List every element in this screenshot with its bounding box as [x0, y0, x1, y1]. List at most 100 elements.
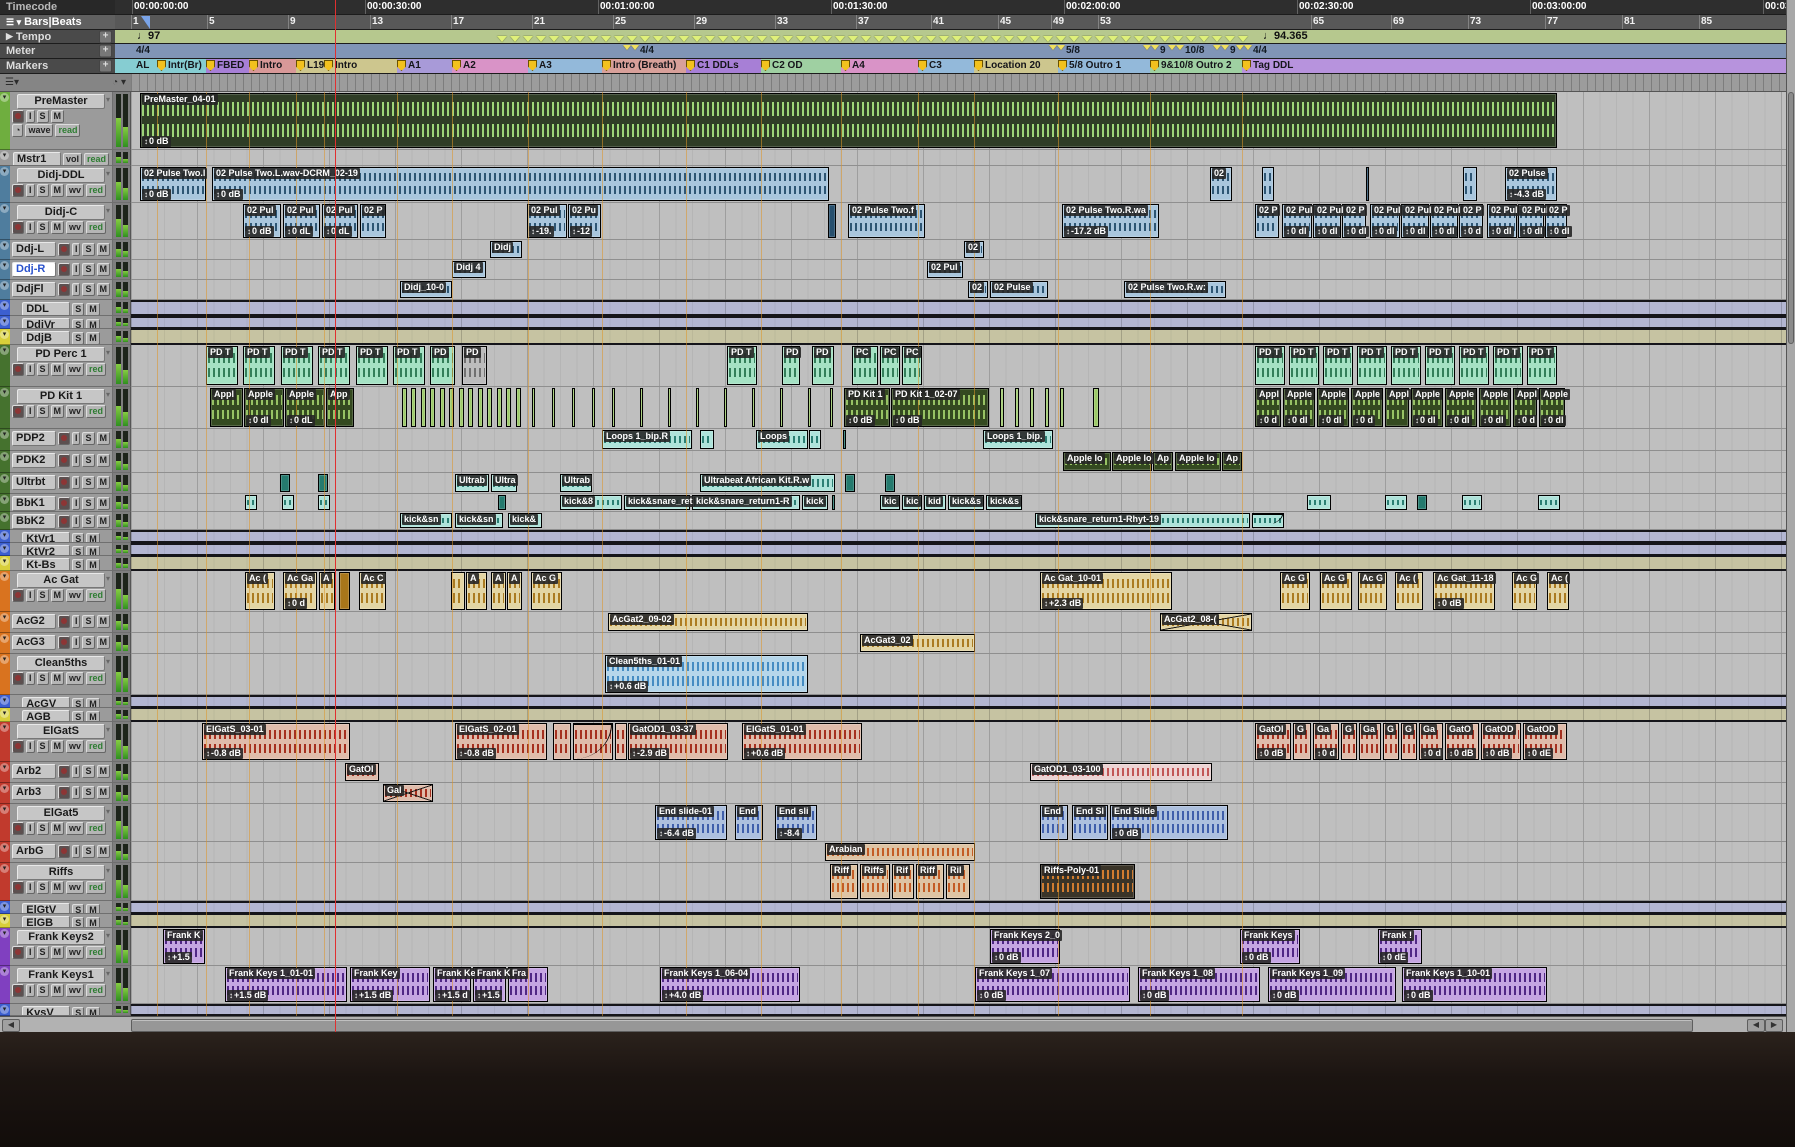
tempo-change-triangle-icon[interactable] [640, 36, 650, 42]
clip[interactable]: PD T [243, 346, 275, 385]
tempo-change-triangle-icon[interactable] [861, 36, 871, 42]
clip[interactable]: PD T [1459, 346, 1489, 385]
track-lane[interactable]: PD TPD TPD TPD TPD TPD TPDPDPD TPDPDPCPC… [131, 345, 1795, 387]
clip[interactable] [843, 430, 846, 449]
meter-change-triangle-icon[interactable] [1151, 45, 1159, 50]
marker-item[interactable]: C3 [918, 60, 942, 71]
clip[interactable] [280, 474, 290, 492]
clip[interactable] [1262, 167, 1274, 201]
mute-button[interactable]: M [86, 303, 100, 316]
clip[interactable]: G [1401, 723, 1417, 760]
clip[interactable]: 02 Pul [927, 261, 963, 278]
clip[interactable]: kick&s [986, 495, 1022, 510]
tempo-change-triangle-icon[interactable] [666, 36, 676, 42]
track-lane[interactable]: Ac (Ac Ga↕0 dAAc CAAAAc GAc Gat_10-01↕+2… [131, 571, 1795, 612]
track-lane[interactable] [131, 316, 1795, 329]
solo-button[interactable]: S [72, 1007, 84, 1016]
clock-icon[interactable]: ◔ ▾ [112, 77, 126, 88]
mute-button[interactable]: M [51, 405, 65, 418]
clip[interactable]: kid [924, 495, 946, 510]
clip[interactable]: Loops 1_bip. [983, 430, 1053, 449]
clip[interactable] [1093, 388, 1099, 427]
clip[interactable]: 02 Pul↕0 dL [283, 204, 320, 238]
clip[interactable]: Ga↕0 d [1419, 723, 1443, 760]
record-enable-button[interactable] [12, 946, 24, 959]
marker-item[interactable]: A1 [397, 60, 421, 71]
clip[interactable] [640, 388, 643, 427]
input-monitor-button[interactable]: I [26, 405, 35, 418]
tempo-change-triangle-icon[interactable] [653, 36, 663, 42]
track-view-selector[interactable]: wv [66, 363, 84, 376]
clip[interactable]: PD [812, 346, 834, 385]
clip[interactable]: Didj 4 [452, 261, 486, 278]
clip[interactable]: 02 P [360, 204, 386, 238]
clip[interactable]: Ga [1359, 723, 1381, 760]
track-name[interactable]: PD Perc 1 [17, 347, 105, 362]
mute-button[interactable]: M [86, 711, 100, 722]
mute-button[interactable]: M [51, 672, 65, 685]
solo-button[interactable]: S [37, 984, 49, 997]
track-name[interactable]: DdjFl [12, 282, 56, 297]
clip[interactable]: Ac Gat_11-18↕0 dB [1433, 572, 1495, 610]
clip[interactable]: kic [902, 495, 922, 510]
track-lane[interactable]: Loops 1_bip.RLoopsLoops 1_bip. [131, 429, 1795, 451]
track-name[interactable]: BbK1 [12, 496, 56, 511]
clip[interactable]: PD T [356, 346, 388, 385]
record-enable-button[interactable] [12, 184, 24, 197]
track-collapse-chevron-icon[interactable]: ▾ [0, 301, 9, 310]
solo-button[interactable]: S [72, 711, 84, 722]
clip[interactable] [828, 204, 836, 238]
track-name[interactable]: Arb3 [12, 785, 56, 800]
track-lane[interactable]: RiffRiffsRifRiffRilRiffs-Poly-01 [131, 863, 1795, 901]
tempo-change-triangle-icon[interactable] [770, 36, 780, 42]
track-collapse-chevron-icon[interactable]: ▾ [0, 330, 9, 339]
track-view-selector[interactable]: wv [66, 984, 84, 997]
horizontal-scroll-thumb[interactable] [131, 1019, 1693, 1032]
marker-item[interactable]: A2 [452, 60, 476, 71]
clip[interactable] [780, 388, 783, 427]
tempo-change-triangle-icon[interactable] [601, 36, 611, 42]
track-menu-arrow-icon[interactable]: ▾ [106, 657, 110, 666]
clip[interactable]: Ac Ga↕0 d [283, 572, 317, 610]
tempo-change-triangle-icon[interactable] [809, 36, 819, 42]
tempo-change-triangle-icon[interactable] [848, 36, 858, 42]
scroll-left-button[interactable]: ◀ [2, 1019, 20, 1032]
vertical-scrollbar[interactable] [1786, 0, 1795, 1032]
clip[interactable]: PD T [1391, 346, 1421, 385]
track-name[interactable]: Ac Gat [17, 573, 105, 588]
tempo-change-triangle-icon[interactable] [822, 36, 832, 42]
record-enable-button[interactable] [58, 263, 70, 276]
clip[interactable] [830, 388, 833, 427]
clip[interactable]: End [735, 805, 763, 840]
tempo-change-triangle-icon[interactable] [1082, 36, 1092, 42]
track-lane[interactable]: 02 Pulse Two.l↕0 dB02 Pulse Two.L.wav-DC… [131, 166, 1795, 203]
vertical-scroll-thumb[interactable] [1788, 92, 1794, 344]
clip[interactable] [752, 388, 755, 427]
clip[interactable]: Frank !↕0 dE [1378, 929, 1422, 964]
clip[interactable]: 02 Pulse Two.L.wav-DCRM_02-19↕0 dB [212, 167, 829, 201]
tempo-change-triangle-icon[interactable] [1160, 36, 1170, 42]
clip[interactable]: Ac C [359, 572, 386, 610]
track-view-selector[interactable]: wv [66, 672, 84, 685]
track-lane[interactable]: Clean5ths_01-01↕+0.6 dB [131, 654, 1795, 695]
clip[interactable] [411, 388, 416, 427]
marker-item[interactable]: Intr(Br) [157, 60, 202, 71]
clip[interactable] [318, 474, 328, 492]
clip[interactable]: Ultrabeat African Kit.R.w [700, 474, 835, 492]
track-collapse-chevron-icon[interactable]: ▾ [0, 843, 9, 852]
clip[interactable]: 02 Pulse Two.l↕0 dB [140, 167, 206, 201]
track-name[interactable]: Didj-DDL [17, 168, 105, 183]
clip[interactable]: Frank Keys 1_08↕0 dB [1138, 967, 1260, 1002]
marker-item[interactable]: C2 OD [761, 60, 803, 71]
clip[interactable]: 02 Pulse Two.R.wa↕-17.2 dB [1062, 204, 1159, 238]
mute-button[interactable]: M [86, 1007, 100, 1016]
ruler-meter-add-button[interactable]: + [99, 45, 112, 58]
track-lane[interactable] [131, 1004, 1795, 1016]
automation-mode-button[interactable]: red [86, 672, 106, 685]
track-name[interactable]: Clean5ths [17, 656, 105, 671]
clip[interactable]: 02 [1210, 167, 1232, 201]
track-view-selector[interactable]: wv [66, 946, 84, 959]
meter-change-triangle-icon[interactable] [1168, 45, 1176, 50]
clip[interactable]: 02 Pu↕-12 [568, 204, 601, 238]
track-lane[interactable]: 02 Pul↕0 dB02 Pul↕0 dL02 Pul↕0 dL02 P02 … [131, 203, 1795, 240]
